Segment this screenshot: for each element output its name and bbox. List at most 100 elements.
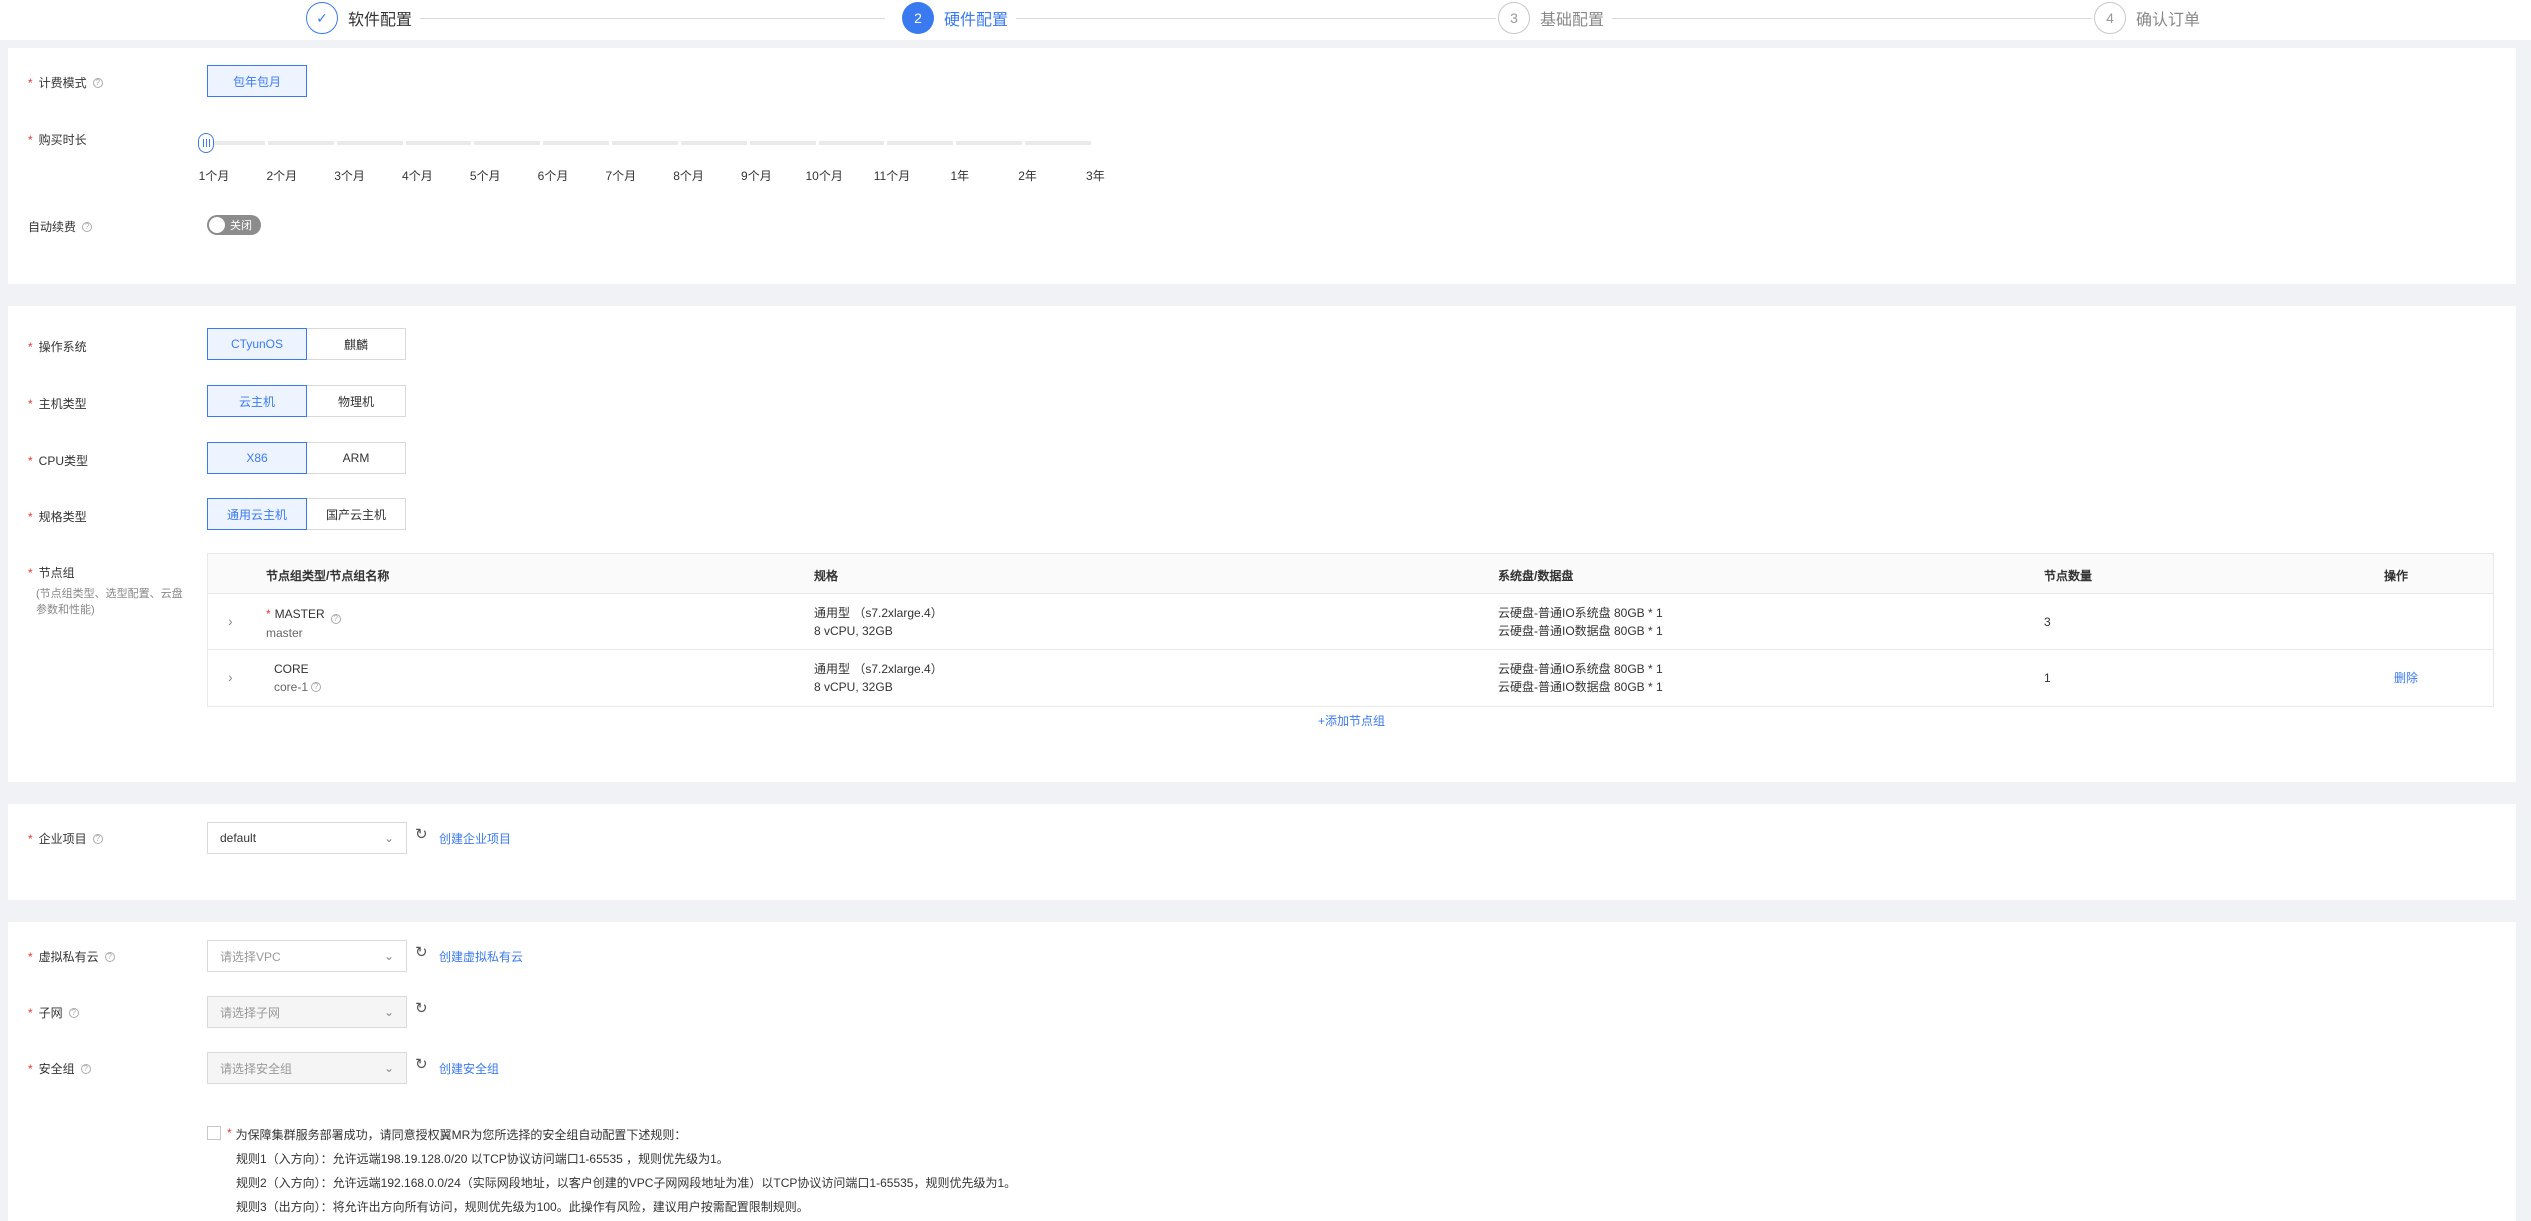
th-node-type: 节点组类型/节点组名称 xyxy=(266,569,390,583)
spec-option-general[interactable]: 通用云主机 xyxy=(207,498,307,530)
billing-panel: * 计费模式? 包年包月 * 购买时长 xyxy=(8,48,2516,284)
node-name: master xyxy=(266,626,303,640)
auto-renew-toggle[interactable]: 关闭 xyxy=(207,215,261,235)
node-type: MASTER xyxy=(274,607,325,621)
chevron-down-icon: ⌄ xyxy=(383,831,394,845)
rule-line: 规则2（入方向）：允许远端192.168.0.0/24（实际网段地址，以客户创建… xyxy=(236,1176,1017,1190)
help-icon[interactable]: ? xyxy=(330,614,341,624)
duration-tick-label[interactable]: 7个月 xyxy=(605,167,636,184)
node-spec-detail: 8 vCPU, 32GB xyxy=(814,680,893,694)
chevron-down-icon: ⌄ xyxy=(383,949,394,963)
add-node-group-link[interactable]: +添加节点组 xyxy=(1318,712,1385,729)
help-icon[interactable]: ? xyxy=(80,1063,91,1074)
duration-tick-label[interactable]: 6个月 xyxy=(538,167,569,184)
cpu-type-label: * CPU类型 xyxy=(28,453,89,469)
network-panel: * 虚拟私有云? 请选择VPC ⌄ ↻ 创建虚拟私有云 * 子网? 请选择子网 ⌄ … xyxy=(8,922,2516,1221)
vpc-select[interactable]: 请选择VPC ⌄ xyxy=(207,940,407,972)
th-disk: 系统盘/数据盘 xyxy=(1498,569,1574,583)
step-number: 3 xyxy=(1498,2,1530,34)
rule-line: 规则3（出方向）：将允许出方向所有访问，规则优先级为100。此操作有风险，建议用… xyxy=(236,1200,809,1214)
duration-tick-label[interactable]: 5个月 xyxy=(470,167,501,184)
os-option-ctyunos[interactable]: CTyunOS xyxy=(207,328,307,360)
refresh-icon[interactable]: ↻ xyxy=(415,825,428,843)
host-option-physical[interactable]: 物理机 xyxy=(306,385,406,417)
hardware-panel: * 操作系统 CTyunOS 麒麟 * 主机类型 云主机 物理机 * CPU类型 X8… xyxy=(8,306,2516,782)
duration-tick-label[interactable]: 10个月 xyxy=(806,167,843,184)
cpu-option-arm[interactable]: ARM xyxy=(306,442,406,474)
help-icon[interactable]: ? xyxy=(104,951,115,962)
project-label: * 企业项目? xyxy=(28,830,103,847)
step-label: 硬件配置 xyxy=(944,12,1009,29)
refresh-icon[interactable]: ↻ xyxy=(415,943,428,961)
host-type-options: 云主机 物理机 xyxy=(207,385,406,417)
help-icon[interactable]: ? xyxy=(311,682,322,692)
host-option-cloud[interactable]: 云主机 xyxy=(207,385,307,417)
auth-rules-checkbox[interactable] xyxy=(207,1126,221,1140)
step-label: 基础配置 xyxy=(1540,12,1605,29)
os-label: * 操作系统 xyxy=(28,339,87,355)
help-icon[interactable]: ? xyxy=(68,1007,79,1018)
step-divider xyxy=(1612,18,2092,19)
help-icon[interactable]: ? xyxy=(92,77,103,88)
refresh-icon[interactable]: ↻ xyxy=(415,999,428,1017)
os-options: CTyunOS 麒麟 xyxy=(207,328,406,360)
step-number: 2 xyxy=(902,2,934,34)
duration-tick-label[interactable]: 2个月 xyxy=(266,167,297,184)
refresh-icon[interactable]: ↻ xyxy=(415,1055,428,1073)
node-count: 1 xyxy=(2044,671,2051,685)
billing-mode-label: * 计费模式? xyxy=(28,74,103,91)
help-icon[interactable]: ? xyxy=(92,833,103,844)
duration-tick-label[interactable]: 4个月 xyxy=(402,167,433,184)
step-software[interactable]: ✓ 软件配置 xyxy=(306,2,412,34)
spec-option-domestic[interactable]: 国产云主机 xyxy=(306,498,406,530)
data-disk: 云硬盘-普通IO数据盘 80GB * 1 xyxy=(1498,624,1663,638)
duration-label: * 购买时长 xyxy=(28,132,87,148)
check-icon: ✓ xyxy=(306,2,338,34)
duration-tick-label[interactable]: 1个月 xyxy=(199,167,230,184)
delete-link[interactable]: 删除 xyxy=(2394,669,2418,687)
create-vpc-link[interactable]: 创建虚拟私有云 xyxy=(439,948,523,965)
chevron-right-icon[interactable]: › xyxy=(228,669,233,685)
duration-tick-label[interactable]: 11个月 xyxy=(874,167,910,184)
help-icon[interactable]: ? xyxy=(82,221,93,232)
step-confirm[interactable]: 4 确认订单 xyxy=(2094,2,2200,34)
security-group-select[interactable]: 请选择安全组 ⌄ xyxy=(207,1052,407,1084)
billing-option-monthly[interactable]: 包年包月 xyxy=(207,65,307,97)
duration-slider-handle[interactable] xyxy=(198,133,214,153)
table-row: › * MASTER? master 通用型 （s7.2xlarge.4） 8 v… xyxy=(208,594,2493,650)
toggle-knob xyxy=(209,217,225,233)
step-number: 4 xyxy=(2094,2,2126,34)
step-label: 软件配置 xyxy=(348,12,413,29)
duration-tick-label[interactable]: 1年 xyxy=(950,167,969,184)
duration-tick-label[interactable]: 3个月 xyxy=(334,167,365,184)
rule-title: * 为保障集群服务部署成功，请同意授权翼MR为您所选择的安全组自动配置下述规则： xyxy=(227,1126,687,1142)
create-security-group-link[interactable]: 创建安全组 xyxy=(439,1060,499,1077)
node-spec: 通用型 （s7.2xlarge.4） xyxy=(814,606,943,620)
step-basic[interactable]: 3 基础配置 xyxy=(1498,2,1604,34)
chevron-down-icon: ⌄ xyxy=(383,1061,394,1075)
th-count: 节点数量 xyxy=(2044,569,2093,583)
duration-slider-track[interactable] xyxy=(199,141,1094,145)
vpc-label: * 虚拟私有云? xyxy=(28,948,115,965)
duration-tick-label[interactable]: 2年 xyxy=(1018,167,1037,184)
node-name: core-1 xyxy=(274,680,309,694)
cpu-option-x86[interactable]: X86 xyxy=(207,442,307,474)
host-type-label: * 主机类型 xyxy=(28,396,87,412)
chevron-right-icon[interactable]: › xyxy=(228,613,233,629)
node-group-label: * 节点组 xyxy=(28,565,75,581)
duration-tick-label[interactable]: 9个月 xyxy=(741,167,772,184)
create-project-link[interactable]: 创建企业项目 xyxy=(439,830,511,847)
node-type: CORE xyxy=(274,662,309,676)
node-count: 3 xyxy=(2044,615,2051,629)
step-hardware[interactable]: 2 硬件配置 xyxy=(902,2,1008,34)
os-option-kylin[interactable]: 麒麟 xyxy=(306,328,406,360)
billing-mode-group: 包年包月 xyxy=(207,65,307,97)
cpu-type-options: X86 ARM xyxy=(207,442,406,474)
subnet-select[interactable]: 请选择子网 ⌄ xyxy=(207,996,407,1028)
th-action: 操作 xyxy=(2384,569,2409,583)
duration-tick-label[interactable]: 3年 xyxy=(1086,167,1105,184)
project-select[interactable]: default ⌄ xyxy=(207,822,407,854)
system-disk: 云硬盘-普通IO系统盘 80GB * 1 xyxy=(1498,662,1663,676)
system-disk: 云硬盘-普通IO系统盘 80GB * 1 xyxy=(1498,606,1663,620)
duration-tick-label[interactable]: 8个月 xyxy=(673,167,704,184)
